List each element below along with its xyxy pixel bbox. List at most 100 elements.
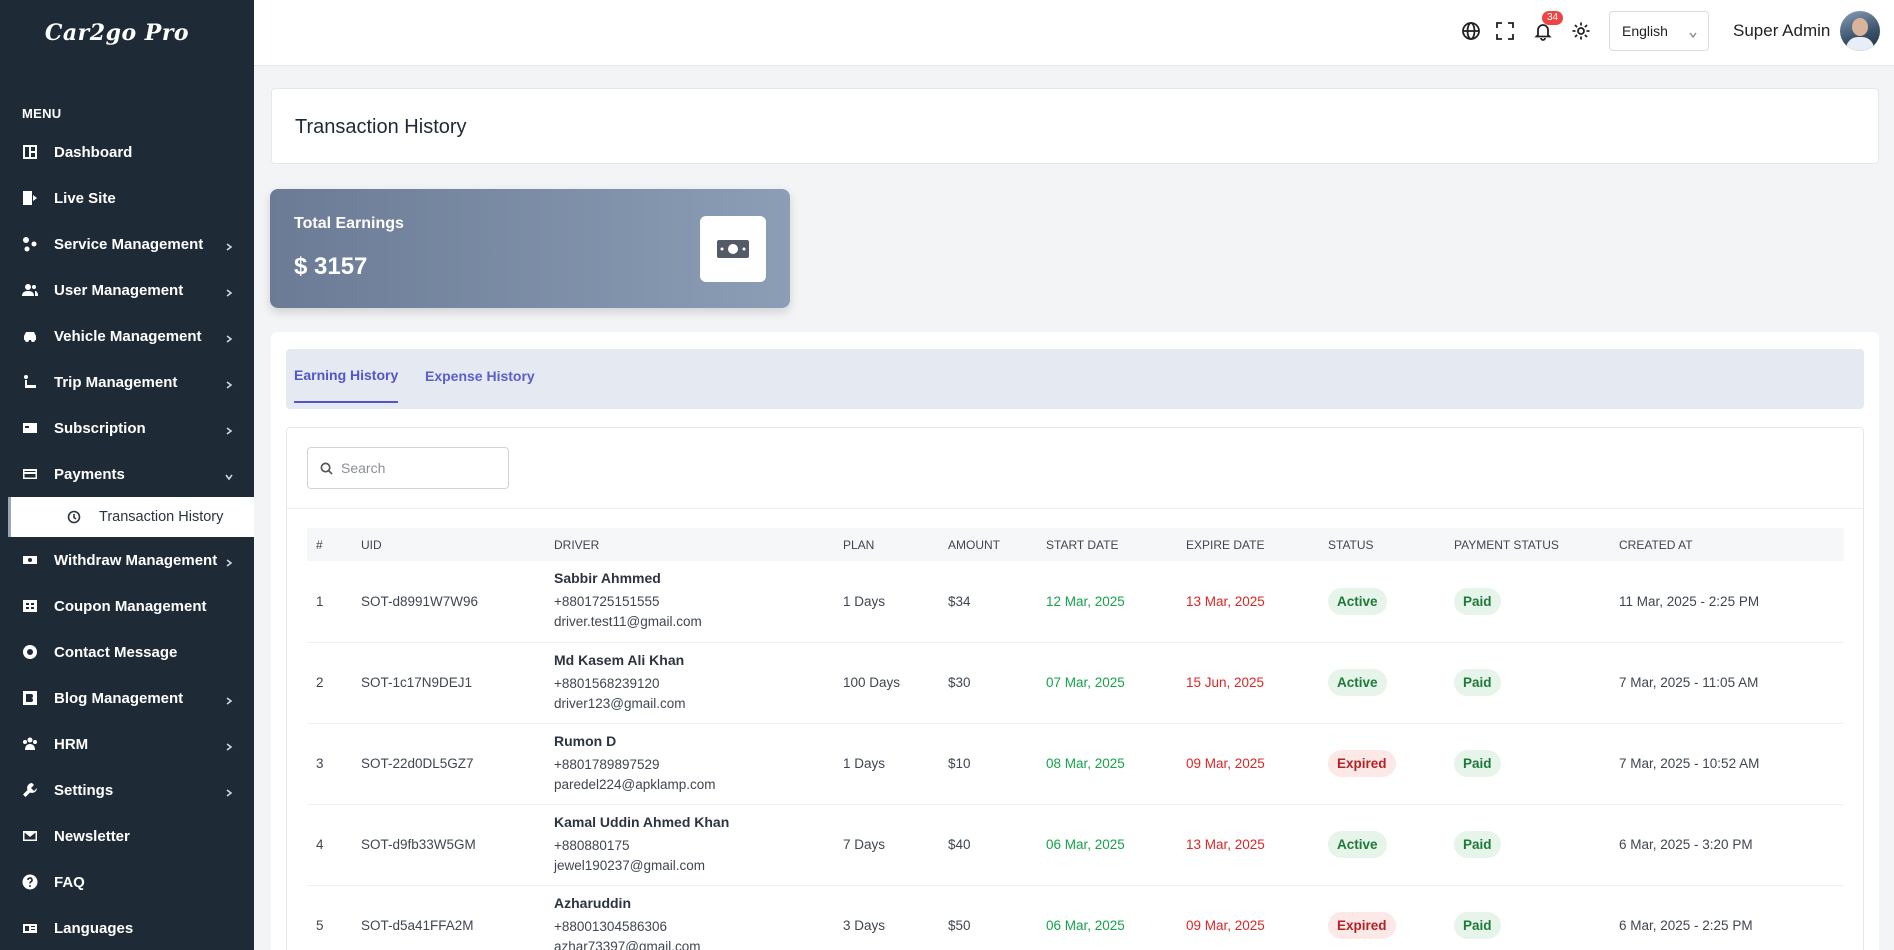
row-expire-date: 09 Mar, 2025 [1186, 756, 1265, 771]
status-badge: Active [1328, 669, 1387, 696]
column-header[interactable]: AMOUNT [939, 528, 1037, 561]
tab-expense-history[interactable]: Expense History [425, 349, 535, 403]
sidebar-subitem-transaction-history[interactable]: Transaction History [8, 497, 254, 537]
gear-icon[interactable] [1570, 20, 1592, 42]
row-start-date: 06 Mar, 2025 [1046, 837, 1125, 852]
app-logo[interactable]: Car2go Pro [0, 0, 254, 66]
avatar-body [1846, 37, 1874, 51]
sidebar-item-label: Coupon Management [54, 597, 207, 615]
row-start-date: 06 Mar, 2025 [1046, 918, 1125, 933]
sidebar-item-vehicle-management[interactable]: Vehicle Management [0, 313, 254, 359]
driver-name: Azharuddin [554, 894, 631, 911]
column-header[interactable]: # [307, 528, 352, 561]
table-row[interactable]: 5 SOT-d5a41FFA2M Azharuddin +88001304586… [307, 885, 1844, 950]
row-payment-status: Paid [1445, 723, 1610, 804]
total-earnings-value: $ 3157 [294, 253, 368, 280]
sidebar-item-newsletter[interactable]: Newsletter [0, 813, 254, 859]
divider [287, 508, 1863, 509]
sidebar-item-payments[interactable]: Payments [0, 451, 254, 497]
table-row[interactable]: 4 SOT-d9fb33W5GM Kamal Uddin Ahmed Khan … [307, 804, 1844, 885]
page-title: Transaction History [295, 116, 467, 138]
table-row[interactable]: 2 SOT-1c17N9DEJ1 Md Kasem Ali Khan +8801… [307, 642, 1844, 723]
payment-status-badge: Paid [1454, 831, 1501, 858]
table-row[interactable]: 1 SOT-d8991W7W96 Sabbir Ahmmed +88017251… [307, 561, 1844, 642]
row-expire-date: 09 Mar, 2025 [1186, 918, 1265, 933]
search-input[interactable] [341, 460, 501, 476]
row-amount: $10 [948, 756, 971, 771]
sidebar-item-label: Trip Management [54, 373, 178, 391]
search-icon [320, 462, 333, 475]
sidebar-item-blog-management[interactable]: Blog Management [0, 675, 254, 721]
language-select[interactable]: English [1609, 11, 1709, 51]
column-header[interactable]: START DATE [1037, 528, 1177, 561]
payment-status-badge: Paid [1454, 912, 1501, 939]
user-name[interactable]: Super Admin [1733, 21, 1830, 41]
tab-earning-history[interactable]: Earning History [294, 349, 399, 403]
driver-email: jewel190237@gmail.com [554, 857, 706, 873]
row-number: 5 [316, 918, 324, 933]
column-header[interactable]: CREATED AT [1610, 528, 1844, 561]
sidebar-item-label: Blog Management [54, 689, 184, 707]
avatar-face [1852, 18, 1868, 36]
avatar[interactable] [1840, 11, 1880, 51]
sidebar: Car2go Pro MENU Dashboard Live Site Serv… [0, 0, 254, 950]
sidebar-item-label: Newsletter [54, 827, 130, 845]
sidebar-item-languages[interactable]: Languages [0, 905, 254, 950]
sidebar-item-service-management[interactable]: Service Management [0, 221, 254, 267]
row-status: Expired [1319, 885, 1445, 950]
row-start-date: 08 Mar, 2025 [1046, 756, 1125, 771]
page-title-card: Transaction History [271, 88, 1879, 164]
row-status: Expired [1319, 723, 1445, 804]
sidebar-item-settings[interactable]: Settings [0, 767, 254, 813]
sidebar-item-label: Live Site [54, 189, 116, 207]
sidebar-item-withdraw-management[interactable]: Withdraw Management [0, 537, 254, 583]
sidebar-item-live-site[interactable]: Live Site [0, 175, 254, 221]
column-header[interactable]: DRIVER [545, 528, 834, 561]
sidebar-item-hrm[interactable]: HRM [0, 721, 254, 767]
column-header[interactable]: PLAN [834, 528, 939, 561]
sidebar-item-label: FAQ [54, 873, 85, 891]
status-badge: Expired [1328, 750, 1396, 777]
sidebar-item-faq[interactable]: FAQ [0, 859, 254, 905]
question-icon [22, 874, 38, 890]
driver-name: Kamal Uddin Ahmed Khan [554, 813, 730, 830]
sidebar-item-trip-management[interactable]: Trip Management [0, 359, 254, 405]
row-payment-status: Paid [1445, 804, 1610, 885]
driver-name: Rumon D [554, 732, 617, 749]
column-header[interactable]: STATUS [1319, 528, 1445, 561]
sidebar-item-user-management[interactable]: User Management [0, 267, 254, 313]
sidebar-item-coupon-management[interactable]: Coupon Management [0, 583, 254, 629]
fullscreen-icon[interactable] [1494, 20, 1516, 42]
sidebar-subitem-label: Transaction History [99, 509, 224, 525]
row-created-at: 6 Mar, 2025 - 2:25 PM [1619, 918, 1753, 933]
status-badge: Active [1328, 587, 1387, 615]
trip-icon [22, 374, 38, 390]
search-box[interactable] [307, 447, 509, 489]
status-badge: Expired [1328, 912, 1396, 939]
driver-email: driver.test11@gmail.com [554, 614, 702, 630]
sidebar-item-dashboard[interactable]: Dashboard [0, 129, 254, 175]
sidebar-item-label: Subscription [54, 419, 146, 437]
globe-icon[interactable] [1460, 20, 1482, 42]
row-driver: Rumon D +8801789897529 paredel224@apklam… [545, 723, 834, 804]
language-icon [22, 920, 38, 936]
column-header[interactable]: PAYMENT STATUS [1445, 528, 1610, 561]
sidebar-item-subscription[interactable]: Subscription [0, 405, 254, 451]
row-created-at: 7 Mar, 2025 - 10:52 AM [1619, 756, 1760, 771]
sidebar-item-contact-message[interactable]: Contact Message [0, 629, 254, 675]
column-header[interactable]: UID [352, 528, 545, 561]
row-created-at: 6 Mar, 2025 - 3:20 PM [1619, 837, 1753, 852]
driver-phone: +8801789897529 [554, 756, 660, 772]
car-icon [22, 328, 38, 344]
column-header[interactable]: EXPIRE DATE [1177, 528, 1319, 561]
chevron-right-icon [224, 555, 234, 567]
driver-email: azhar73397@gmail.com [554, 938, 701, 950]
table-row[interactable]: 3 SOT-22d0DL5GZ7 Rumon D +8801789897529 … [307, 723, 1844, 804]
status-badge: Active [1328, 831, 1387, 858]
total-earnings-card: Total Earnings $ 3157 [270, 189, 790, 308]
row-uid: SOT-1c17N9DEJ1 [361, 675, 473, 690]
driver-phone: +88001304586306 [554, 918, 667, 934]
row-plan: 3 Days [843, 918, 886, 933]
notification-bell-icon[interactable]: 34 [1532, 11, 1564, 42]
row-number: 3 [316, 756, 324, 771]
